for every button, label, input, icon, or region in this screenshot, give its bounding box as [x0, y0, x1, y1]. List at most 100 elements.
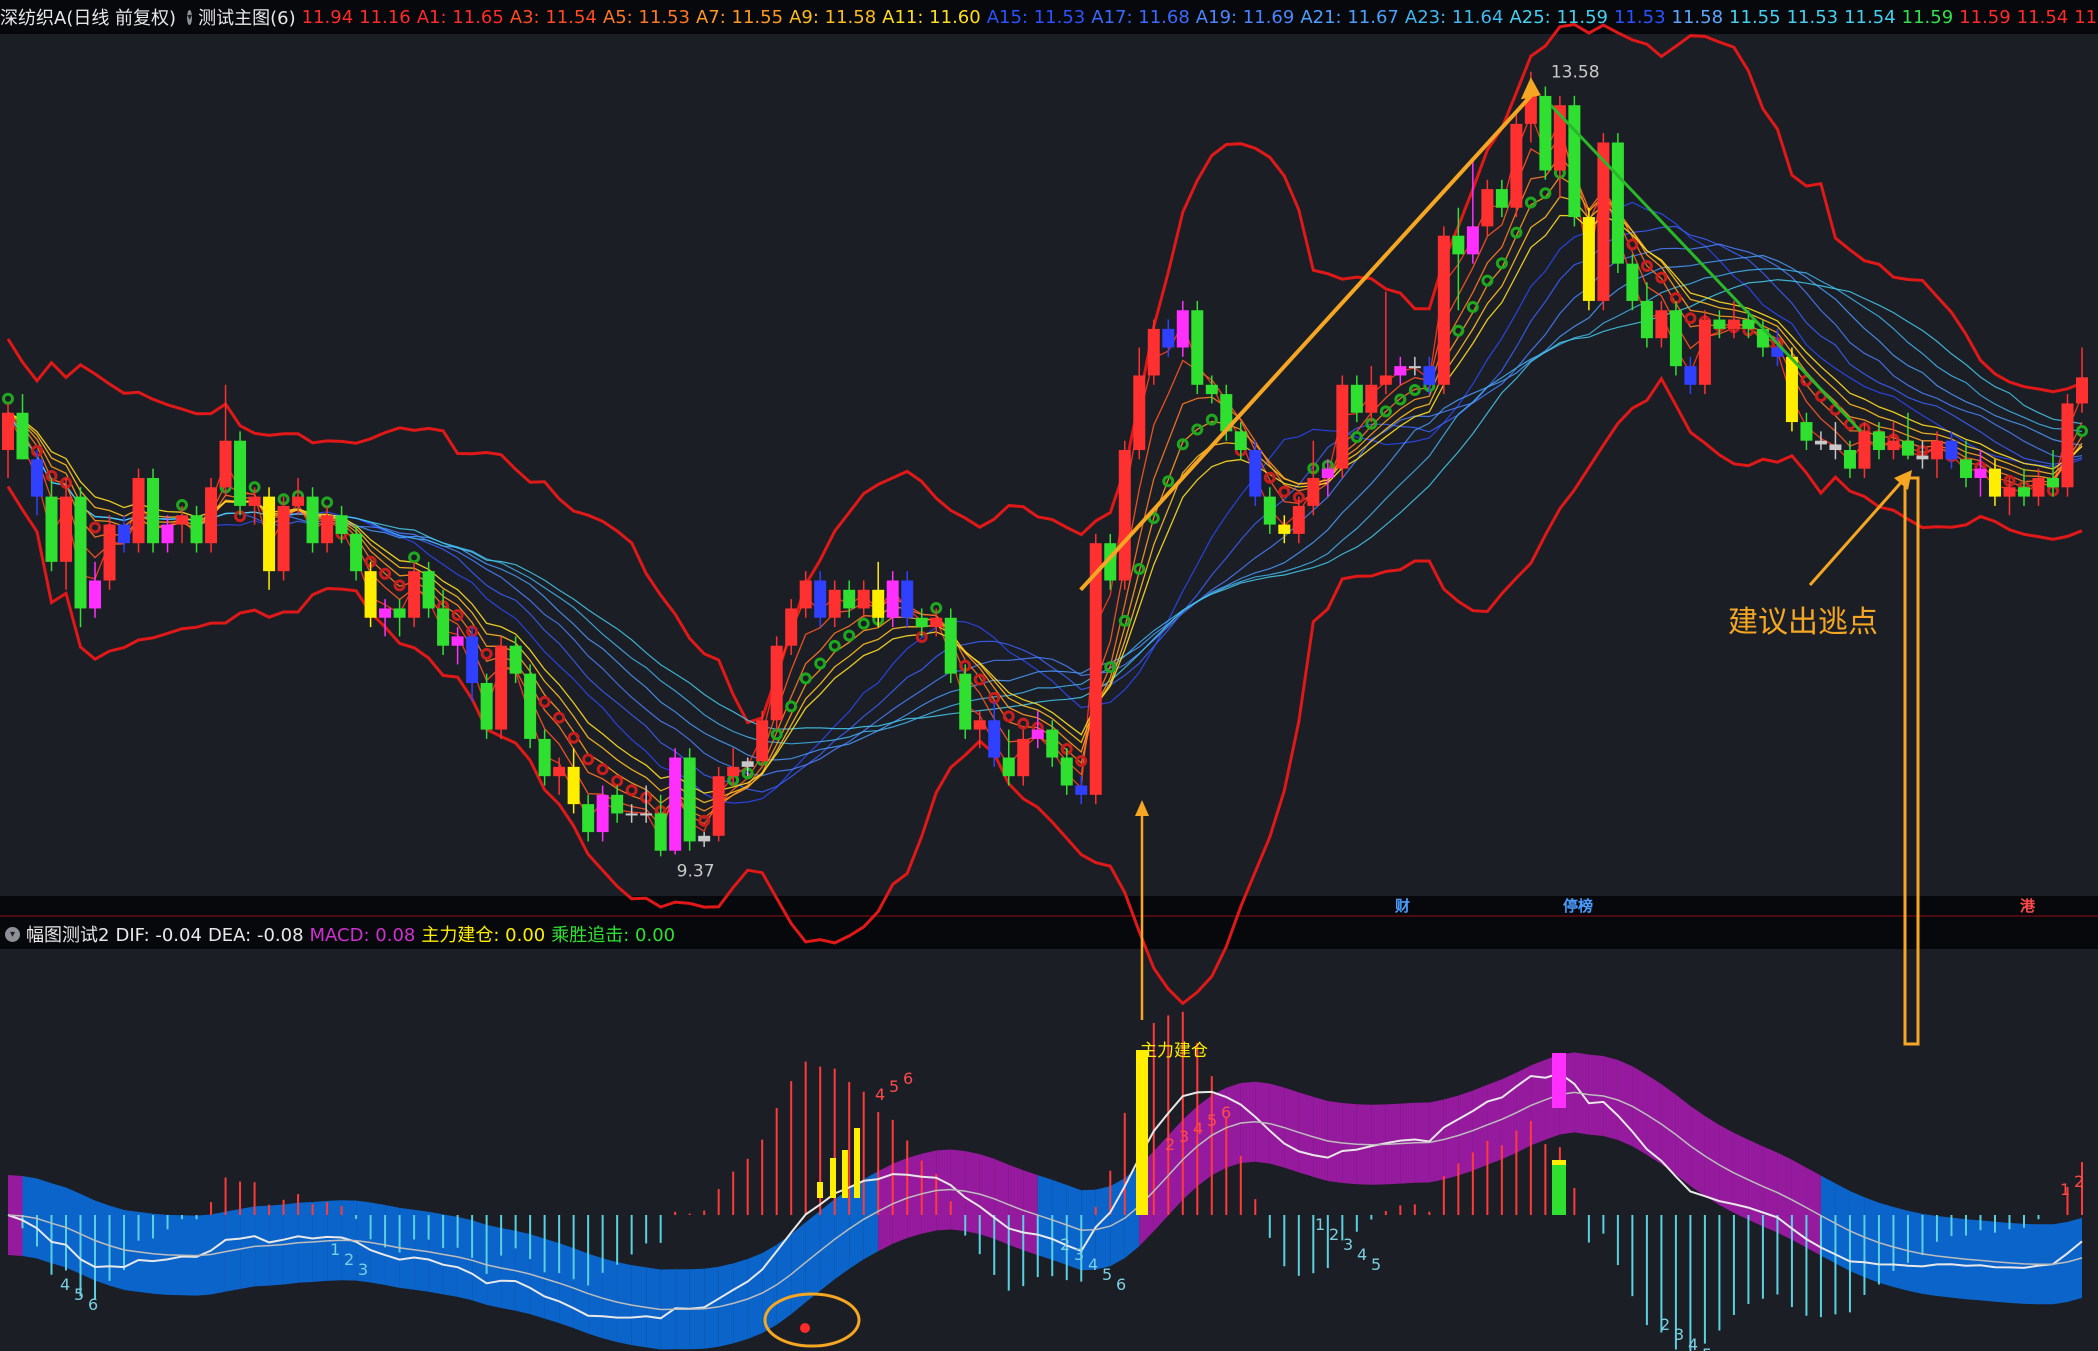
candle-body: [1423, 366, 1436, 385]
candle-body: [1930, 440, 1943, 460]
candle-body: [1510, 123, 1523, 208]
candle-body: [1640, 300, 1653, 339]
candle-body: [1379, 375, 1392, 385]
candle-body: [2061, 403, 2074, 488]
macd-count-label: 3: [1343, 1235, 1353, 1254]
candle-body: [1901, 440, 1914, 456]
event-tag-strip: [0, 896, 2098, 915]
candle-body: [1408, 366, 1421, 369]
event-tag: 停榜: [1563, 897, 1593, 915]
candle-body: [1133, 375, 1146, 451]
candle-body: [1872, 431, 1885, 451]
macd-count-label: 5: [1207, 1111, 1217, 1130]
candle-body: [698, 835, 711, 842]
candle-body: [408, 571, 421, 618]
candle-body: [1916, 455, 1929, 460]
candle-body: [1046, 729, 1059, 758]
candle-body: [205, 487, 218, 544]
candle-body: [640, 813, 653, 816]
candle-body: [292, 496, 305, 506]
candle-body: [437, 608, 450, 646]
macd-count-label: 5: [1102, 1265, 1112, 1284]
macd-count-label: 6: [88, 1295, 98, 1314]
candle-body: [828, 589, 841, 618]
candle-body: [1060, 757, 1073, 786]
candle-body: [944, 617, 957, 674]
golden-cross-dot: [800, 1323, 810, 1333]
candle-body: [1684, 366, 1697, 385]
chart-canvas: 4561234562345623456123452345612 13.589.3…: [0, 22, 2098, 1351]
candle-body: [1669, 310, 1682, 367]
macd-count-label: 2: [1060, 1235, 1070, 1254]
candle-body: [654, 813, 667, 851]
macd-count-label: 5: [1371, 1255, 1381, 1274]
candle-body: [321, 515, 334, 544]
candle-body: [45, 496, 58, 562]
candle-body: [495, 645, 508, 730]
candle-body: [1191, 310, 1204, 385]
candle-body: [509, 645, 522, 674]
event-tag: 港: [2020, 897, 2036, 915]
candle-body: [379, 608, 392, 618]
candle-body: [625, 813, 638, 816]
candle-body: [538, 738, 551, 777]
candle-body: [1539, 95, 1552, 171]
candle-body: [843, 589, 856, 609]
candle-body: [176, 515, 189, 525]
pursuit-bar: [1552, 1165, 1566, 1215]
macd-count-label: 4: [1088, 1255, 1098, 1274]
macd-count-label: 4: [1193, 1119, 1203, 1138]
candle-body: [161, 524, 174, 544]
candle-body: [770, 645, 783, 721]
pursuit-bar: [830, 1158, 836, 1198]
main-chart-background: [0, 34, 2098, 896]
candle-body: [350, 533, 363, 572]
candle-body: [756, 720, 769, 762]
candle-body: [480, 682, 493, 730]
high-price-label: 13.58: [1551, 63, 1600, 83]
candle-body: [2076, 377, 2088, 404]
candle-body: [1205, 384, 1218, 395]
macd-count-label: 4: [1357, 1245, 1367, 1264]
candle-body: [1466, 226, 1479, 255]
candle-body: [930, 617, 943, 628]
candle-body: [1974, 468, 1987, 478]
candle-body: [1234, 431, 1247, 451]
candle-body: [973, 720, 986, 730]
candle-body: [263, 496, 276, 572]
candle-body: [1959, 459, 1972, 478]
candle-body: [2032, 477, 2045, 497]
candle-body: [1263, 496, 1276, 525]
macd-count-label: 5: [1702, 1345, 1712, 1351]
candle-body: [1814, 440, 1827, 445]
candle-body: [1713, 319, 1726, 329]
macd-count-label: 2: [2074, 1172, 2084, 1191]
candle-body: [799, 580, 812, 609]
candle-body: [1858, 431, 1871, 469]
candle-body: [567, 766, 580, 805]
candle-body: [1988, 468, 2001, 497]
candle-body: [1089, 543, 1102, 795]
candle-body: [988, 720, 1001, 758]
candle-body: [1321, 468, 1334, 478]
candle-body: [74, 496, 87, 609]
macd-count-label: 5: [74, 1285, 84, 1304]
macd-count-label: 3: [358, 1260, 368, 1279]
candle-body: [1437, 235, 1450, 385]
candle-body: [1017, 738, 1030, 777]
candle-body: [1829, 444, 1842, 451]
candle-body: [669, 757, 682, 851]
macd-count-label: 6: [1221, 1103, 1231, 1122]
candle-body: [277, 505, 290, 572]
candle-body: [1176, 310, 1189, 348]
pursuit-bar: [842, 1150, 848, 1198]
candle-body: [1887, 440, 1900, 451]
candle-body: [1727, 319, 1740, 329]
candle-body: [712, 776, 725, 836]
candle-body: [959, 673, 972, 730]
candle-body: [901, 580, 914, 618]
candle-body: [466, 636, 479, 683]
candle-body: [1307, 477, 1320, 506]
macd-count-label: 1: [1315, 1215, 1325, 1234]
candle-body: [248, 496, 261, 506]
